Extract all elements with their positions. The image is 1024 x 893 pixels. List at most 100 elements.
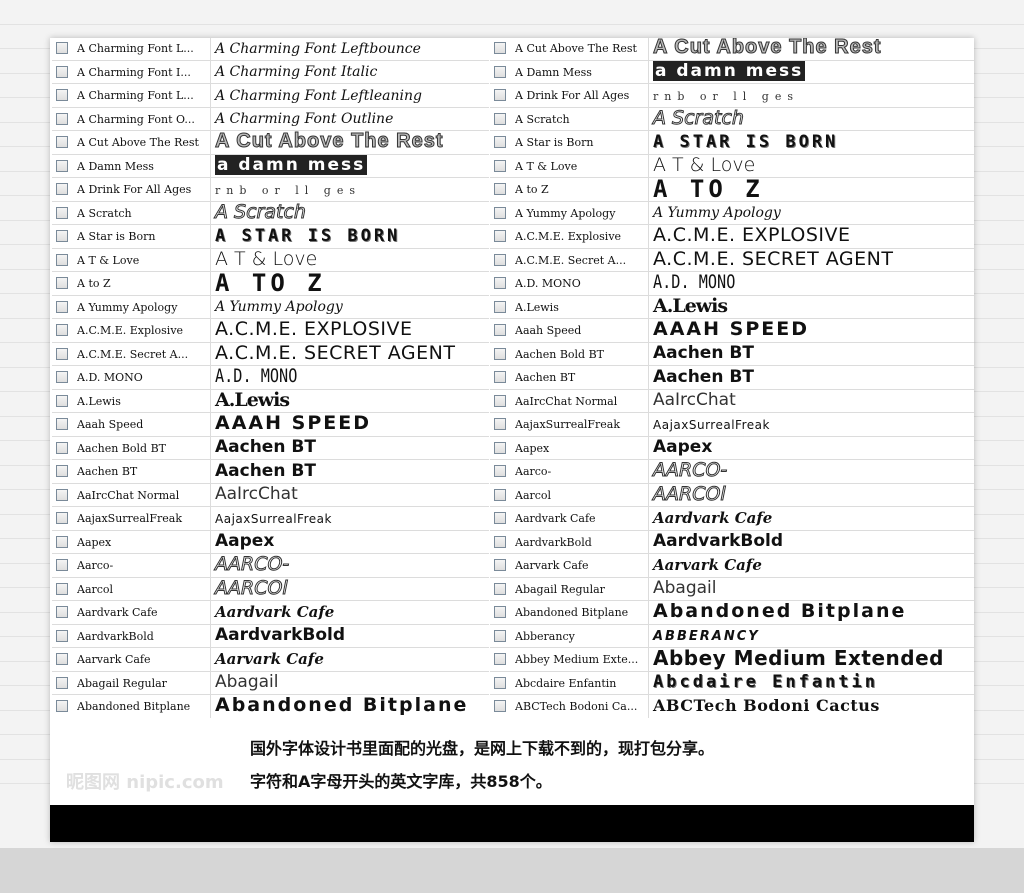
font-row[interactable]: A Damn Mess a damn mess: [52, 154, 489, 178]
font-row[interactable]: Aapex Aapex: [490, 436, 974, 460]
font-checkbox[interactable]: [56, 371, 68, 384]
font-row[interactable]: AardvarkBold AardvarkBold: [490, 530, 974, 554]
font-checkbox[interactable]: [494, 488, 506, 501]
font-row[interactable]: A Drink For All Ages rnb or ll ges: [490, 84, 974, 108]
font-checkbox[interactable]: [56, 183, 68, 196]
font-checkbox[interactable]: [494, 606, 506, 619]
font-row[interactable]: Aardvark Cafe Aardvark Cafe: [52, 601, 489, 625]
font-row[interactable]: Aaah Speed AAAH SPEED: [52, 412, 489, 437]
font-row[interactable]: A Star is Born A STAR IS BORN: [490, 131, 974, 155]
font-checkbox[interactable]: [494, 512, 506, 525]
font-row[interactable]: Aachen BT Aachen BT: [490, 366, 974, 390]
font-row[interactable]: A Damn Mess a damn mess: [490, 60, 974, 84]
font-checkbox[interactable]: [56, 676, 68, 689]
font-row[interactable]: Aachen BT Aachen BT: [52, 460, 489, 484]
font-row[interactable]: Aarvark Cafe Aarvark Cafe: [52, 648, 489, 672]
font-checkbox[interactable]: [56, 324, 68, 337]
font-row[interactable]: Abandoned Bitplane Abandoned Bitplane: [490, 600, 974, 625]
font-row[interactable]: Abberancy ABBERANCY: [490, 624, 974, 648]
font-row[interactable]: AaIrcChat Normal AaIrcChat: [52, 483, 489, 507]
font-checkbox[interactable]: [494, 559, 506, 572]
font-checkbox[interactable]: [494, 700, 506, 713]
font-checkbox[interactable]: [494, 441, 506, 454]
font-checkbox[interactable]: [56, 653, 68, 666]
font-checkbox[interactable]: [494, 42, 506, 55]
font-row[interactable]: A to ZA TO Z: [52, 269, 489, 297]
font-checkbox[interactable]: [494, 629, 506, 642]
font-row[interactable]: Aarco- AARCO-: [52, 553, 489, 578]
font-row[interactable]: Aarco- AARCO-: [490, 459, 974, 484]
font-row[interactable]: A.D. MONO A.D. MONO: [490, 271, 974, 296]
font-row[interactable]: A Scratch A Scratch: [52, 200, 489, 225]
font-checkbox[interactable]: [56, 230, 68, 243]
font-checkbox[interactable]: [56, 535, 68, 548]
font-checkbox[interactable]: [56, 89, 68, 102]
font-row[interactable]: Aaah Speed AAAH SPEED: [490, 318, 974, 343]
font-row[interactable]: A Cut Above The Rest A Cut Above The Rest: [52, 130, 489, 155]
font-row[interactable]: ABCTech Bodoni Ca... ABCTech Bodoni Cactu…: [490, 695, 974, 718]
font-row[interactable]: A.D. MONO A.D. MONO: [52, 365, 489, 390]
font-checkbox[interactable]: [494, 136, 506, 149]
font-checkbox[interactable]: [494, 89, 506, 102]
font-checkbox[interactable]: [494, 277, 506, 290]
font-row[interactable]: Aarvark Cafe Aarvark Cafe: [490, 554, 974, 578]
font-row[interactable]: A Charming Font I... A Charming Font Ital…: [52, 60, 489, 84]
font-row[interactable]: Abagail Regular Abagail: [490, 577, 974, 601]
font-row[interactable]: Aapex Aapex: [52, 530, 489, 554]
font-checkbox[interactable]: [494, 418, 506, 431]
font-row[interactable]: Aardvark Cafe Aardvark Cafe: [490, 507, 974, 531]
font-checkbox[interactable]: [494, 300, 506, 313]
font-row[interactable]: Aarcol AARCOl: [52, 576, 489, 601]
font-checkbox[interactable]: [494, 371, 506, 384]
font-checkbox[interactable]: [494, 653, 506, 666]
font-row[interactable]: Abagail Regular Abagail: [52, 671, 489, 695]
font-checkbox[interactable]: [56, 418, 68, 431]
font-row[interactable]: Abandoned Bitplane Abandoned Bitplane: [52, 694, 489, 718]
font-checkbox[interactable]: [494, 159, 506, 172]
font-checkbox[interactable]: [494, 465, 506, 478]
font-checkbox[interactable]: [494, 206, 506, 219]
font-row[interactable]: A.Lewis A.Lewis: [490, 295, 974, 319]
font-checkbox[interactable]: [56, 700, 68, 713]
font-checkbox[interactable]: [494, 65, 506, 78]
font-checkbox[interactable]: [56, 347, 68, 360]
font-row[interactable]: A Scratch A Scratch: [490, 106, 974, 131]
font-checkbox[interactable]: [56, 582, 68, 595]
font-checkbox[interactable]: [494, 112, 506, 125]
font-checkbox[interactable]: [494, 230, 506, 243]
font-row[interactable]: Abcdaire Enfantin Abcdaire Enfantin: [490, 671, 974, 695]
font-checkbox[interactable]: [56, 206, 68, 219]
font-row[interactable]: A.C.M.E. Explosive A.C.M.E. EXPLOSIVE: [52, 318, 489, 343]
font-checkbox[interactable]: [494, 394, 506, 407]
font-row[interactable]: A Cut Above The Rest A Cut Above The Rest: [490, 38, 974, 61]
font-row[interactable]: A Star is Born A STAR IS BORN: [52, 225, 489, 249]
font-checkbox[interactable]: [56, 42, 68, 55]
font-checkbox[interactable]: [494, 253, 506, 266]
font-row[interactable]: AajaxSurrealFreak AajaxSurrealFreak: [52, 507, 489, 531]
font-checkbox[interactable]: [494, 676, 506, 689]
font-row[interactable]: A to ZA TO Z: [490, 175, 974, 203]
font-row[interactable]: Aarcol AARCOl: [490, 482, 974, 507]
font-row[interactable]: Aachen Bold BT Aachen BT: [52, 436, 489, 460]
font-checkbox[interactable]: [56, 465, 68, 478]
font-checkbox[interactable]: [56, 136, 68, 149]
font-checkbox[interactable]: [56, 488, 68, 501]
font-row[interactable]: A.C.M.E. Secret A... A.C.M.E. SECRET AGEN…: [490, 248, 974, 272]
font-row[interactable]: A Charming Font L... A Charming Font Left…: [52, 38, 489, 61]
font-row[interactable]: A.C.M.E. Explosive A.C.M.E. EXPLOSIVE: [490, 224, 974, 249]
font-checkbox[interactable]: [56, 512, 68, 525]
font-row[interactable]: Abbey Medium Exte... Abbey Medium Extende…: [490, 646, 974, 672]
font-row[interactable]: A Yummy Apology A Yummy Apology: [490, 201, 974, 225]
font-checkbox[interactable]: [56, 629, 68, 642]
font-checkbox[interactable]: [56, 112, 68, 125]
font-checkbox[interactable]: [494, 535, 506, 548]
font-row[interactable]: A Drink For All Ages rnb or ll ges: [52, 178, 489, 202]
font-checkbox[interactable]: [56, 559, 68, 572]
font-row[interactable]: AaIrcChat Normal AaIrcChat: [490, 389, 974, 413]
font-checkbox[interactable]: [494, 183, 506, 196]
font-checkbox[interactable]: [56, 606, 68, 619]
font-checkbox[interactable]: [56, 277, 68, 290]
font-checkbox[interactable]: [494, 324, 506, 337]
font-row[interactable]: A.Lewis A.Lewis: [52, 389, 489, 413]
font-row[interactable]: A Charming Font L... A Charming Font Left…: [52, 84, 489, 108]
